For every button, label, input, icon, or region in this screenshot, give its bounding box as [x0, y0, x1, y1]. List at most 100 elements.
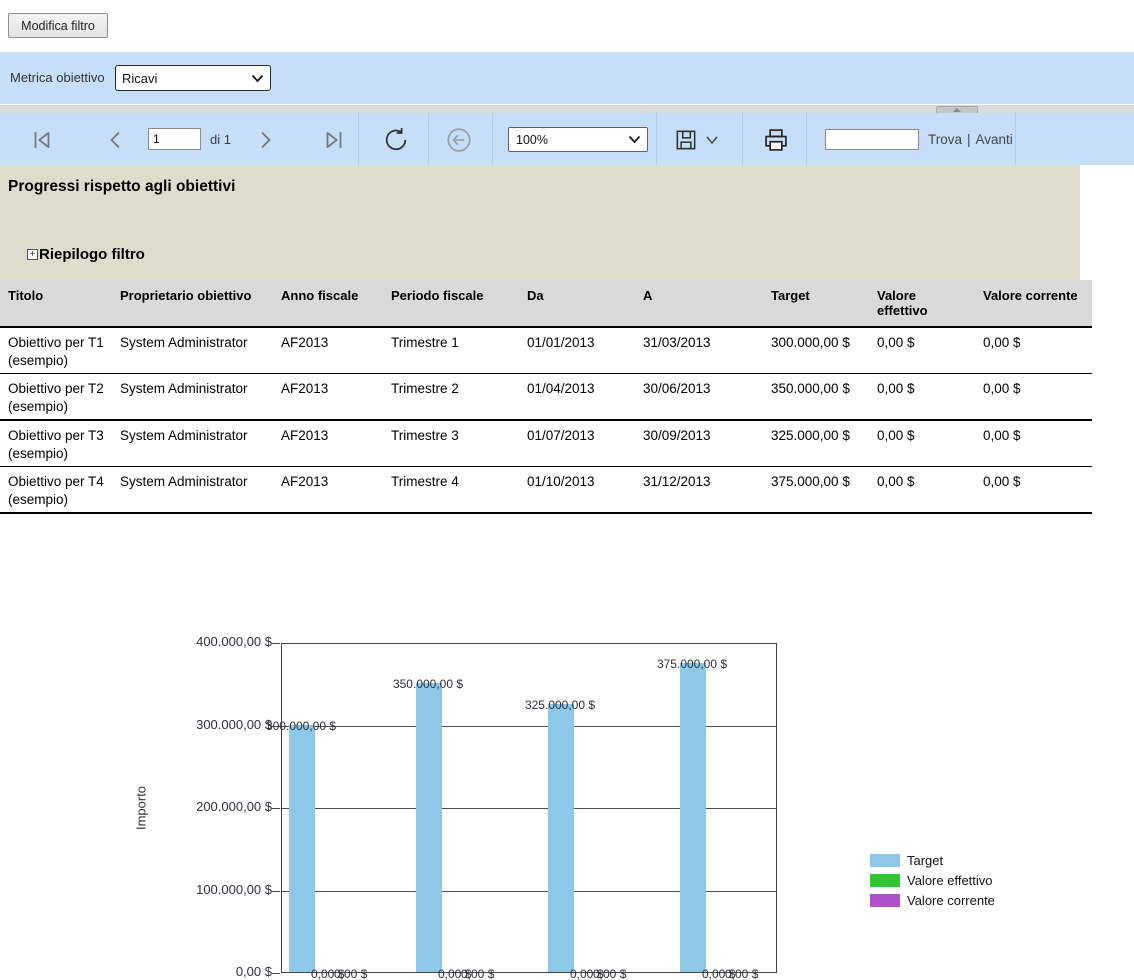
filter-summary-toggle[interactable]: + Riepilogo filtro	[27, 246, 145, 263]
legend-label: Valore effettivo	[907, 873, 993, 888]
table-cell: 30/06/2013	[635, 374, 763, 421]
target-bar	[289, 725, 315, 973]
bar-value-label: 300.000,00 $	[266, 719, 336, 733]
save-export-button[interactable]	[672, 126, 700, 154]
save-export-icon	[673, 127, 699, 153]
table-cell: 01/10/2013	[519, 467, 635, 514]
legend-label: Target	[907, 853, 943, 868]
print-button[interactable]	[762, 126, 790, 154]
bar-value-label: 375.000,00 $	[657, 657, 727, 671]
toolbar-separator	[742, 113, 743, 165]
y-axis-tick-label: 400.000,00 $	[112, 634, 272, 649]
table-cell: System Administrator	[112, 420, 273, 467]
legend-swatch	[870, 854, 900, 867]
target-bar	[416, 683, 442, 972]
metric-label: Metrica obiettivo	[10, 70, 105, 85]
goals-table: TitoloProprietario obiettivoAnno fiscale…	[0, 280, 1092, 514]
search-input[interactable]	[825, 129, 919, 150]
zoom-select-value: 100%	[509, 133, 628, 147]
table-cell: 375.000,00 $	[763, 467, 869, 514]
table-cell: 01/01/2013	[519, 327, 635, 374]
column-header: Anno fiscale	[273, 280, 383, 327]
table-cell: 0,00 $	[869, 420, 975, 467]
zero-value-label: 0,00 $	[725, 967, 758, 980]
column-header: Titolo	[0, 280, 112, 327]
column-header: Target	[763, 280, 869, 327]
first-page-button[interactable]	[28, 126, 56, 154]
first-page-icon	[29, 127, 55, 153]
table-cell: Trimestre 1	[383, 327, 519, 374]
bar-value-label: 350.000,00 $	[393, 677, 463, 691]
table-cell: 0,00 $	[975, 467, 1092, 514]
next-page-button[interactable]	[251, 126, 279, 154]
expand-plus-icon: +	[27, 249, 38, 260]
export-menu-button[interactable]	[702, 126, 722, 154]
last-page-icon	[321, 127, 347, 153]
y-axis-tick-label: 0,00 $	[112, 964, 272, 979]
table-cell: 01/04/2013	[519, 374, 635, 421]
previous-page-icon	[104, 128, 128, 152]
collapse-toolbar-arrow-icon	[953, 108, 961, 112]
table-row: Obiettivo per T1 (esempio)System Adminis…	[0, 327, 1092, 374]
target-bar	[680, 663, 706, 972]
zoom-select[interactable]: 100%	[508, 127, 648, 152]
target-bar	[548, 704, 574, 972]
toolbar-separator	[656, 113, 657, 165]
report-viewer-screen: Modifica filtro Metrica obiettivo Ricavi	[0, 0, 1134, 980]
last-page-button[interactable]	[320, 126, 348, 154]
table-cell: 31/12/2013	[635, 467, 763, 514]
table-cell: 0,00 $	[975, 374, 1092, 421]
y-axis-tick-mark	[272, 973, 280, 974]
zero-value-label: 0,00 $	[461, 967, 494, 980]
table-row: Obiettivo per T4 (esempio)System Adminis…	[0, 467, 1092, 514]
find-next-button[interactable]: Avanti	[976, 132, 1013, 147]
refresh-button[interactable]	[382, 126, 410, 154]
table-cell: 350.000,00 $	[763, 374, 869, 421]
column-header: Da	[519, 280, 635, 327]
zero-value-label: 0,00 $	[334, 967, 367, 980]
find-separator: |	[967, 132, 971, 147]
export-menu-chevron-icon	[705, 135, 719, 145]
table-cell: Obiettivo per T3 (esempio)	[0, 420, 112, 467]
back-to-parent-button[interactable]	[445, 126, 473, 154]
table-cell: System Administrator	[112, 327, 273, 374]
toolbar-collapse-strip	[0, 104, 1134, 113]
modifica-filtro-button[interactable]: Modifica filtro	[8, 13, 108, 38]
table-cell: 0,00 $	[869, 467, 975, 514]
page-number-input[interactable]	[148, 128, 201, 150]
table-row: Obiettivo per T2 (esempio)System Adminis…	[0, 374, 1092, 421]
chart-plot-area: 0,00 $0,00 $0,00 $0,00 $0,00 $0,00 $0,00…	[281, 643, 777, 973]
legend-item: Valore effettivo	[870, 873, 995, 888]
previous-page-button[interactable]	[102, 126, 130, 154]
table-cell: 0,00 $	[869, 374, 975, 421]
table-cell: 0,00 $	[975, 327, 1092, 374]
y-axis-tick-label: 200.000,00 $	[112, 799, 272, 814]
table-cell: AF2013	[273, 420, 383, 467]
metric-chevron-icon	[251, 74, 264, 83]
report-title: Progressi rispetto agli obiettivi	[8, 178, 235, 196]
y-axis-tick-label: 300.000,00 $	[112, 717, 272, 732]
table-cell: Obiettivo per T4 (esempio)	[0, 467, 112, 514]
find-button[interactable]: Trova	[928, 132, 962, 147]
metric-select[interactable]: Ricavi	[115, 65, 271, 91]
zero-value-label: 0,00 $	[593, 967, 626, 980]
zoom-chevron-icon	[628, 135, 641, 144]
table-row: Obiettivo per T3 (esempio)System Adminis…	[0, 420, 1092, 467]
y-axis-tick-label: 100.000,00 $	[112, 882, 272, 897]
y-axis-tick-mark	[272, 643, 280, 644]
table-cell: 30/09/2013	[635, 420, 763, 467]
chart-legend: TargetValore effettivoValore corrente	[870, 853, 995, 913]
page-of-label: di 1	[210, 132, 231, 147]
legend-item: Target	[870, 853, 995, 868]
metric-filter-bar: Metrica obiettivo Ricavi	[0, 52, 1134, 104]
table-cell: System Administrator	[112, 467, 273, 514]
table-cell: Trimestre 3	[383, 420, 519, 467]
table-cell: 0,00 $	[975, 420, 1092, 467]
next-page-icon	[253, 128, 277, 152]
table-cell: System Administrator	[112, 374, 273, 421]
table-cell: 01/07/2013	[519, 420, 635, 467]
toolbar-separator	[358, 113, 359, 165]
table-cell: AF2013	[273, 467, 383, 514]
refresh-icon	[382, 126, 410, 154]
column-header: Valore effettivo	[869, 280, 975, 327]
